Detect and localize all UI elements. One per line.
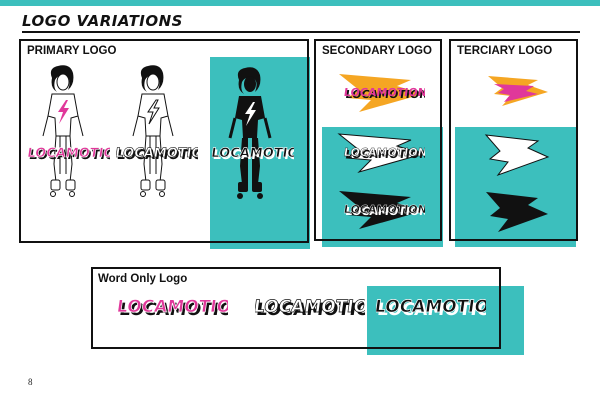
svg-text:LOCAMOTION: LOCAMOTION xyxy=(343,146,425,159)
secondary-bolt-logo-white: LOCAMOTION LOCAMOTION xyxy=(337,133,425,173)
word-only-logo-title: Word Only Logo xyxy=(98,273,188,285)
primary-logo-title: PRIMARY LOGO xyxy=(27,45,117,57)
svg-text:LOCAMOTION: LOCAMOTION xyxy=(28,146,110,161)
primary-wordmark-reverse: LOCAMOTION LOCAMOTION xyxy=(212,146,294,163)
svg-text:LOCAMOTION: LOCAMOTION xyxy=(343,203,425,216)
primary-wordmark-black: LOCAMOTION LOCAMOTION xyxy=(116,146,198,163)
heading-rule xyxy=(22,31,580,33)
svg-text:LOCAMOTION: LOCAMOTION xyxy=(343,86,425,99)
svg-text:LOCAMOTION: LOCAMOTION xyxy=(118,297,228,317)
secondary-bolt-logo-color: LOCAMOTION LOCAMOTION xyxy=(339,74,425,112)
secondary-bolt-logo-black: LOCAMOTION LOCAMOTION xyxy=(339,191,425,229)
roller-skater-figure-silhouette xyxy=(228,67,272,199)
primary-wordmark-pink: LOCAMOTION LOCAMOTION xyxy=(28,146,110,163)
terciary-bolt-logo-color xyxy=(488,76,548,106)
svg-text:LOCAMOTION: LOCAMOTION xyxy=(376,297,486,317)
svg-text:LOCAMOTION: LOCAMOTION xyxy=(116,146,198,161)
word-only-wordmark-reverse: LOCAMOTION LOCAMOTION xyxy=(376,297,486,320)
word-only-wordmark-black: LOCAMOTION LOCAMOTION xyxy=(255,297,365,320)
svg-text:LOCAMOTION: LOCAMOTION xyxy=(255,297,365,317)
page-heading: LOGO VARIATIONS xyxy=(22,12,183,30)
terciary-logo-title: TERCIARY LOGO xyxy=(457,45,553,57)
top-accent-bar xyxy=(0,0,600,6)
svg-text:LOCAMOTION: LOCAMOTION xyxy=(212,146,294,161)
roller-skater-figure-color xyxy=(42,65,84,197)
terciary-bolt-logo-black xyxy=(486,192,548,232)
terciary-bolt-logo-white xyxy=(484,134,550,177)
page-number: 8 xyxy=(28,377,33,387)
word-only-wordmark-pink: LOCAMOTION LOCAMOTION xyxy=(118,297,228,320)
roller-skater-figure-outline xyxy=(132,65,174,197)
secondary-logo-title: SECONDARY LOGO xyxy=(322,45,432,57)
